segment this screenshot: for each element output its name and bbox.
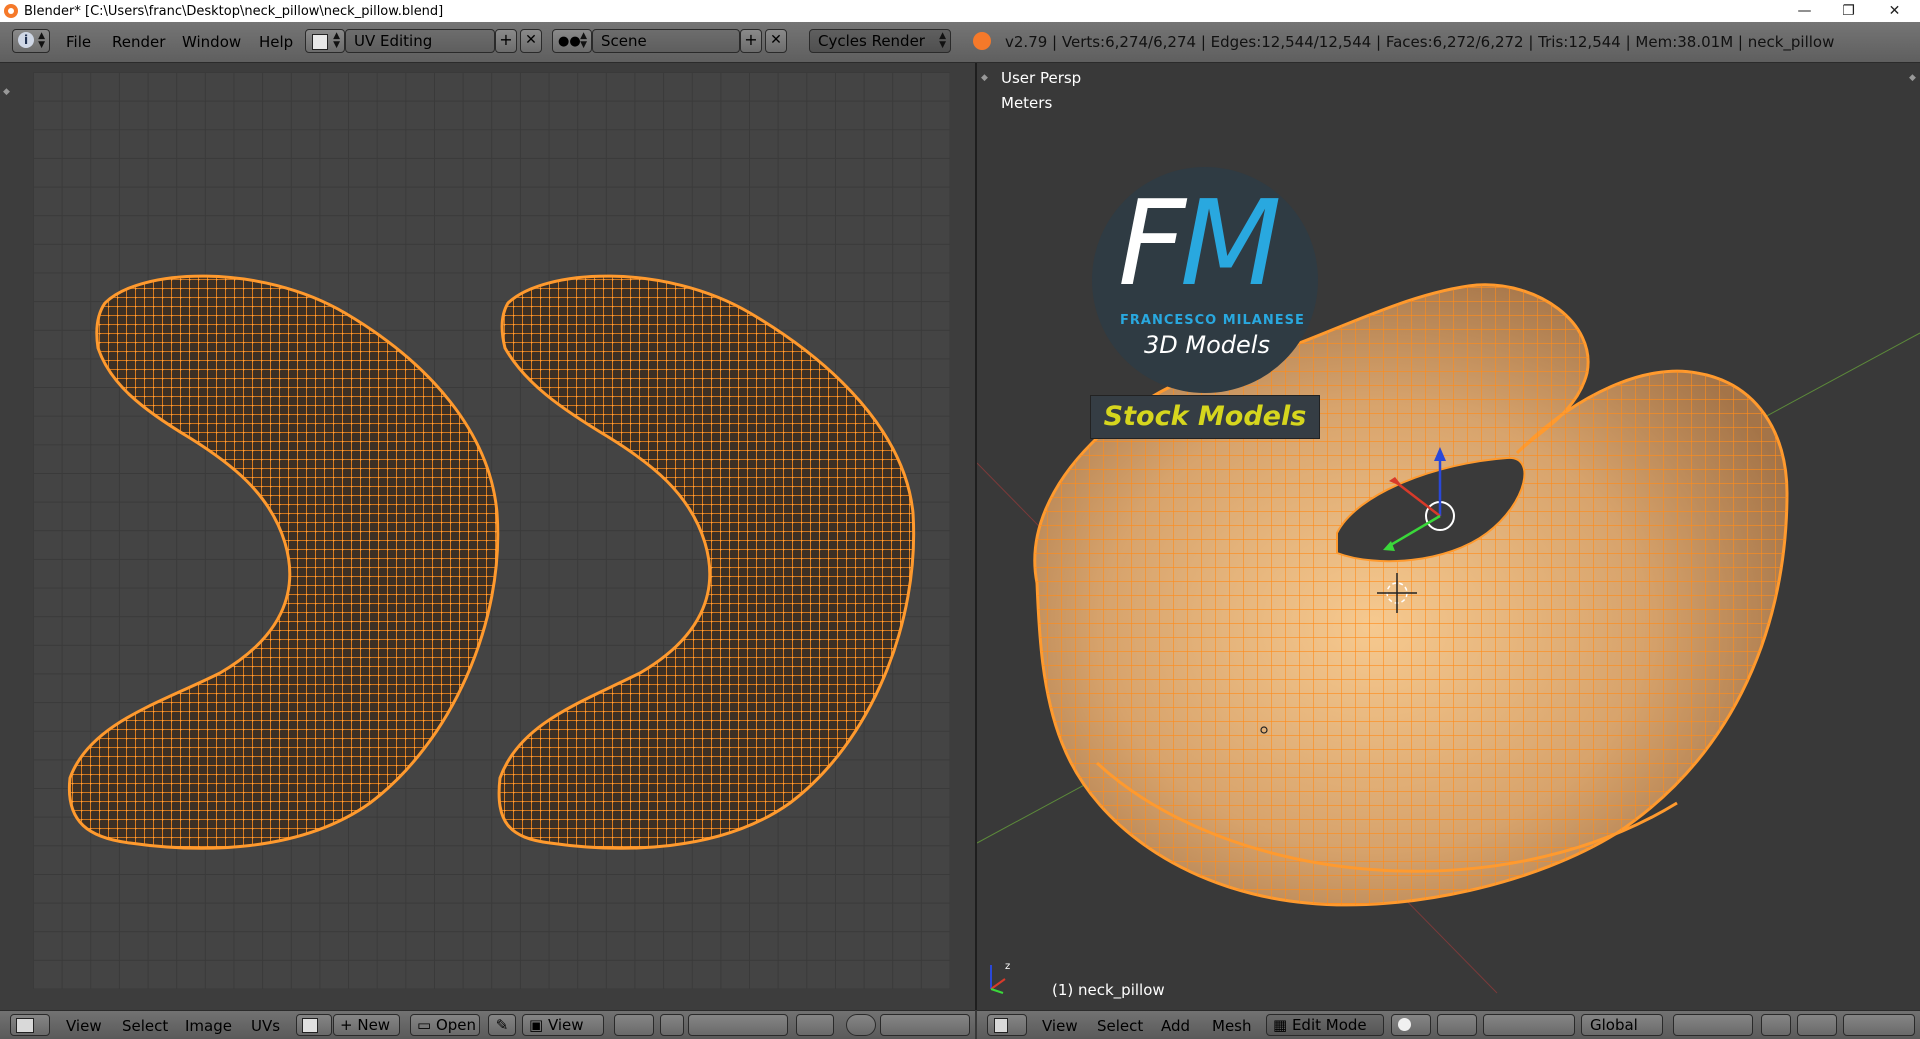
scene-browse-button[interactable]: ●● ▲ ▼	[552, 29, 592, 53]
chevron-updown-icon: ▲ ▼	[939, 31, 946, 50]
cube-icon	[994, 1018, 1008, 1033]
blender-logo-icon	[4, 4, 18, 18]
open-image-button[interactable]: ▭ Open	[410, 1014, 480, 1036]
render-engine-select[interactable]: Cycles Render ▲ ▼	[809, 29, 951, 53]
menu-image[interactable]: Image	[185, 1016, 232, 1036]
menu-view[interactable]: View	[66, 1016, 102, 1036]
screen-layout-button[interactable]: ▲ ▼	[305, 29, 345, 53]
chevron-updown-icon: ▲ ▼	[333, 31, 340, 50]
scene-field[interactable]: Scene	[592, 29, 740, 53]
shading-select[interactable]	[1391, 1014, 1431, 1036]
info-icon: i	[18, 32, 34, 48]
sync-selection-icon[interactable]	[660, 1014, 684, 1036]
menu-file[interactable]: File	[66, 30, 91, 54]
pin-icon[interactable]: ✎	[488, 1014, 516, 1036]
mode-select[interactable]: ▦ Edit Mode	[1266, 1014, 1384, 1036]
menu-help[interactable]: Help	[259, 30, 293, 54]
watermark-name: FRANCESCO MILANESE	[1120, 313, 1305, 328]
snap-buttons[interactable]	[1843, 1014, 1915, 1036]
window-title: Blender* [C:\Users\franc\Desktop\neck_pi…	[24, 3, 444, 19]
3d-viewport[interactable]: ◆ ◆ User Persp Meters z FM FRANCESCO MIL…	[977, 63, 1920, 1010]
screen-layout-field[interactable]: UV Editing	[345, 29, 495, 53]
chevron-updown-icon: ▲ ▼	[38, 31, 45, 50]
info-header: i ▲ ▼ File Render Window Help ▲ ▼ UV Editi…	[0, 22, 1920, 63]
remove-scene-button[interactable]: ✕	[765, 29, 787, 53]
editor-type-button[interactable]: i ▲ ▼	[12, 29, 50, 53]
watermark-logo: FM FRANCESCO MILANESE 3D Models	[1092, 167, 1318, 393]
add-scene-button[interactable]: +	[740, 29, 762, 53]
minimize-icon[interactable]: —	[1782, 0, 1827, 22]
viewport-header: View Select Add Mesh ▦ Edit Mode Global	[977, 1010, 1920, 1039]
menu-render[interactable]: Render	[112, 30, 165, 54]
remove-screen-button[interactable]: ✕	[520, 29, 542, 53]
image-editor-icon	[16, 1018, 34, 1033]
snap-buttons[interactable]	[880, 1014, 970, 1036]
menu-mesh[interactable]: Mesh	[1212, 1016, 1252, 1036]
view-mode-select[interactable]: ▣ View	[522, 1014, 604, 1036]
editor-type-button[interactable]	[10, 1014, 50, 1036]
svg-text:z: z	[1005, 961, 1010, 972]
pivot-point-select[interactable]	[1437, 1014, 1477, 1036]
window-title-bar: Blender* [C:\Users\franc\Desktop\neck_pi…	[0, 0, 1920, 22]
chevron-updown-icon: ▲ ▼	[580, 31, 587, 50]
proportional-edit-icon[interactable]	[846, 1014, 876, 1036]
uv-islands	[67, 274, 916, 850]
editor-type-button[interactable]	[987, 1014, 1027, 1036]
active-object-label: (1) neck_pillow	[1052, 981, 1165, 999]
pivot-button[interactable]	[614, 1014, 654, 1036]
add-screen-button[interactable]: +	[495, 29, 517, 53]
scene-statistics: v2.79 | Verts:6,274/6,274 | Edges:12,544…	[1005, 33, 1835, 51]
plus-icon: +	[340, 1016, 358, 1034]
transform-orientation-select[interactable]: Global	[1581, 1014, 1663, 1036]
layer-buttons[interactable]	[1673, 1014, 1753, 1036]
image-icon: ▣	[529, 1016, 548, 1034]
watermark-banner: Stock Models	[1090, 395, 1320, 439]
blender-logo-icon	[973, 32, 991, 50]
uv-editor-header: View Select Image UVs + New ▭ Open ✎ ▣ V…	[0, 1010, 975, 1039]
overlay-icon[interactable]	[1761, 1014, 1791, 1036]
edit-mode-icon: ▦	[1273, 1016, 1292, 1034]
render-engine-label: Cycles Render	[818, 32, 925, 50]
scene-icon: ●●	[558, 34, 581, 49]
sticky-select-button[interactable]	[796, 1014, 834, 1036]
menu-add[interactable]: Add	[1161, 1016, 1190, 1036]
menu-select[interactable]: Select	[122, 1016, 168, 1036]
image-browse-button[interactable]	[296, 1014, 332, 1036]
close-icon[interactable]: ✕	[1872, 0, 1917, 22]
uv-image-editor[interactable]: ◆	[0, 63, 975, 1010]
menu-select[interactable]: Select	[1097, 1016, 1143, 1036]
menu-window[interactable]: Window	[182, 30, 241, 54]
folder-icon: ▭	[417, 1016, 436, 1034]
image-icon	[302, 1018, 318, 1033]
axis-gizmo-icon: z	[990, 961, 1010, 994]
layout-grid-icon	[312, 34, 328, 50]
uv-island-right	[497, 274, 916, 850]
uv-island-left	[67, 274, 500, 850]
solid-shading-icon	[1398, 1018, 1411, 1031]
manipulator-buttons[interactable]	[1483, 1014, 1575, 1036]
menu-view[interactable]: View	[1042, 1016, 1078, 1036]
watermark-tagline: 3D Models	[1144, 331, 1270, 359]
select-mode-buttons[interactable]	[688, 1014, 788, 1036]
proportional-edit-select[interactable]	[1797, 1014, 1837, 1036]
menu-uvs[interactable]: UVs	[251, 1016, 280, 1036]
watermark-letters: FM	[1118, 174, 1282, 312]
new-image-button[interactable]: + New	[333, 1014, 400, 1036]
restore-icon[interactable]: ❐	[1826, 0, 1871, 22]
